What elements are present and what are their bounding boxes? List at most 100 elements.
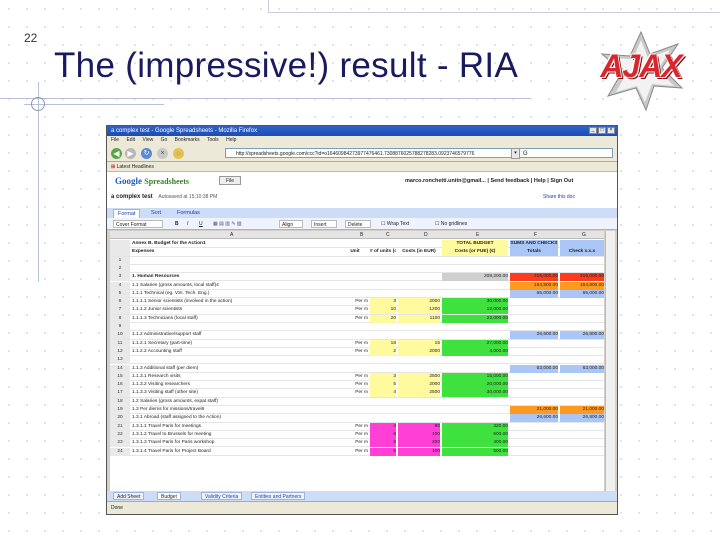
cell-c[interactable] <box>370 282 396 290</box>
cell-e[interactable] <box>442 398 508 406</box>
cell-g[interactable]: 154,800.00 <box>560 281 604 290</box>
cell-f[interactable]: 26,600.00 <box>510 331 558 340</box>
cell-a[interactable]: 1.3.1.2 Travel to Brussels for meeting <box>132 431 340 439</box>
bold-button[interactable]: B <box>173 220 181 228</box>
cell-f[interactable] <box>510 348 558 356</box>
cell-g[interactable]: 216,000.00 <box>560 273 604 282</box>
cell-c[interactable]: 10 <box>370 306 396 315</box>
cell-g[interactable] <box>560 398 604 406</box>
cell-a[interactable] <box>132 323 340 331</box>
user-account-links[interactable]: marco.ronchetti.unitn@gmail... | Send fe… <box>405 178 573 184</box>
cell-b[interactable]: Unit <box>342 248 368 256</box>
cell-e[interactable]: 15,000.00 <box>442 372 508 381</box>
cell-c[interactable] <box>370 323 396 331</box>
cell-f[interactable]: 21,000.00 <box>510 406 558 414</box>
cell-a[interactable]: Annex B. Budget for the Action1 <box>132 240 340 248</box>
italic-button[interactable]: I <box>185 220 190 228</box>
cell-a[interactable]: 1.1.3.1 Research visits <box>132 373 340 381</box>
align-select[interactable]: Align <box>279 220 303 228</box>
row-number[interactable]: 3 <box>110 273 130 282</box>
menu-bookmarks[interactable]: Bookmarks <box>175 137 200 143</box>
cell-c[interactable] <box>370 356 396 364</box>
cell-c[interactable] <box>370 365 396 373</box>
cell-c[interactable]: 5 <box>370 381 396 390</box>
cell-e[interactable]: 500.00 <box>442 447 508 456</box>
cell-a[interactable]: 1.3 Per diems for missions/travel6 <box>132 406 340 414</box>
cell-a[interactable]: 1.3.1.4 Travel Paris for Project Board <box>132 448 340 456</box>
cell-d[interactable] <box>398 290 440 298</box>
cell-f[interactable]: 26,600.00 <box>510 414 558 423</box>
cell-b[interactable] <box>342 398 368 406</box>
cell-d[interactable] <box>398 414 440 422</box>
cell-b[interactable]: Per m <box>342 306 368 314</box>
cell-e[interactable] <box>442 414 508 422</box>
cell-e[interactable]: 27,000.00 <box>442 339 508 348</box>
cell-e[interactable]: 4,000.00 <box>442 347 508 356</box>
cell-a[interactable]: 1.1 Salaries (gross amounts, local staff… <box>132 282 340 290</box>
row-number[interactable] <box>110 240 130 248</box>
cell-a[interactable]: 1.1.1 Technical (eg. VSI. Tech. Eng.) <box>132 290 340 298</box>
cell-b[interactable] <box>342 356 368 364</box>
cell-g[interactable] <box>560 431 604 439</box>
cell-b[interactable]: Per m <box>342 315 368 323</box>
cell-g[interactable] <box>560 257 604 265</box>
cell-d[interactable]: 100 <box>398 447 440 456</box>
row-number[interactable]: 9 <box>110 323 130 331</box>
cell-f[interactable] <box>510 257 558 265</box>
cell-f[interactable]: 65,000.00 <box>510 289 558 298</box>
row-number[interactable]: 17 <box>110 389 130 398</box>
spreadsheet-grid[interactable]: A B C D E F G Annex B. Budget for the Ac… <box>110 231 604 491</box>
cell-b[interactable]: Per m <box>342 423 368 431</box>
cell-d[interactable] <box>398 265 440 273</box>
cell-f[interactable] <box>510 448 558 456</box>
share-link[interactable]: Share this doc <box>543 194 575 200</box>
cell-e[interactable]: 400.00 <box>442 439 508 448</box>
cell-d[interactable]: 2000 <box>398 298 440 307</box>
cell-g[interactable] <box>560 315 604 323</box>
cell-b[interactable] <box>342 331 368 339</box>
cell-c[interactable] <box>370 290 396 298</box>
column-header-e[interactable]: E <box>476 231 479 239</box>
minimize-button[interactable]: _ <box>589 127 597 134</box>
row-number[interactable]: 16 <box>110 381 130 390</box>
close-button[interactable]: × <box>607 127 615 134</box>
column-header-d[interactable]: D <box>424 231 428 239</box>
cell-d[interactable]: 1200 <box>398 306 440 315</box>
row-number[interactable]: 12 <box>110 347 130 356</box>
row-number[interactable]: 1 <box>110 256 130 265</box>
cell-c[interactable] <box>370 265 396 273</box>
cell-a[interactable]: 1.3.1.3 Travel Paris for Paris workshop <box>132 439 340 447</box>
cell-e[interactable]: 20,000.00 <box>442 381 508 390</box>
cell-f[interactable] <box>510 373 558 381</box>
cell-e[interactable] <box>442 365 508 373</box>
tab-formulas[interactable]: Formulas <box>173 209 204 218</box>
add-sheet-button[interactable]: Add Sheet <box>113 492 145 500</box>
cell-d[interactable]: 2000 <box>398 347 440 356</box>
cell-g[interactable]: 26,800.00 <box>560 414 604 423</box>
cell-a[interactable]: 1.2 Salaries (gross amounts, expat staff… <box>132 398 340 406</box>
cell-d[interactable] <box>398 273 440 281</box>
cell-c[interactable]: 2 <box>370 347 396 356</box>
cell-d[interactable] <box>398 331 440 339</box>
cell-f[interactable]: 154,800.00 <box>510 281 558 290</box>
menu-help[interactable]: Help <box>226 137 236 143</box>
row-number[interactable]: 5 <box>110 289 130 298</box>
cell-g[interactable] <box>560 298 604 306</box>
cell-f[interactable] <box>510 398 558 406</box>
cell-g[interactable] <box>560 340 604 348</box>
cell-f[interactable] <box>510 381 558 389</box>
cell-c[interactable]: 2 <box>370 439 396 448</box>
cell-f[interactable] <box>510 356 558 364</box>
cell-g[interactable] <box>560 439 604 447</box>
cell-f[interactable] <box>510 306 558 314</box>
cell-b[interactable] <box>342 406 368 414</box>
cell-c[interactable] <box>370 414 396 422</box>
cell-d[interactable]: 1100 <box>398 314 440 323</box>
address-bar[interactable]: http://spreadsheets.google.com/ccc?id=o1… <box>225 148 515 158</box>
cell-c[interactable]: 4 <box>370 389 396 398</box>
cell-d[interactable] <box>398 240 440 248</box>
underline-button[interactable]: U <box>197 220 205 228</box>
cell-b[interactable]: Per m <box>342 340 368 348</box>
cell-b[interactable]: Per m <box>342 348 368 356</box>
row-number[interactable]: 15 <box>110 372 130 381</box>
